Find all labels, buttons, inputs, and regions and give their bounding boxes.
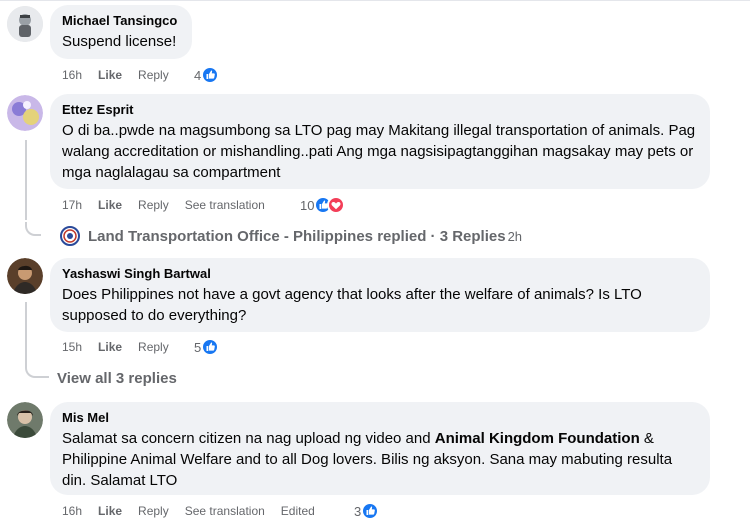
thread-curve (25, 222, 41, 236)
view-all-replies-link[interactable]: View all 3 replies (57, 370, 177, 387)
like-button[interactable]: Like (98, 504, 122, 518)
thread-line (25, 302, 27, 364)
reaction-number: 10 (300, 197, 315, 213)
comment-bubble: Mis Mel Salamat sa concern citizen na na… (50, 402, 710, 495)
see-translation-button[interactable]: See translation (185, 198, 265, 212)
comment-text: Salamat sa concern citizen na nag upload… (62, 428, 698, 491)
heart-icon (327, 196, 346, 214)
avatar[interactable] (7, 6, 43, 42)
replies-summary-time: 2h (507, 228, 523, 244)
comment-text: Suspend license! (62, 33, 177, 50)
comment-bubble: Michael Tansingco Suspend license! (50, 5, 192, 59)
reply-button[interactable]: Reply (138, 504, 169, 518)
avatar[interactable] (7, 95, 43, 131)
comment-time[interactable]: 16h (62, 68, 82, 82)
comment-bubble: Yashaswi Singh Bartwal Does Philippines … (50, 258, 710, 332)
reaction-number: 5 (194, 339, 202, 355)
reaction-count[interactable]: 5 (194, 336, 220, 358)
like-icon (201, 66, 220, 84)
comment-author[interactable]: Michael Tansingco (62, 13, 180, 29)
reaction-number: 4 (194, 67, 202, 83)
edited-label[interactable]: Edited (281, 504, 315, 518)
top-divider (0, 0, 750, 1)
comment-bubble: Ettez Esprit O di ba..pwde na magsumbong… (50, 94, 710, 189)
thread-curve (25, 364, 49, 378)
comment-text: Does Philippines not have a govt agency … (62, 286, 642, 324)
comment-text: O di ba..pwde na magsumbong sa LTO pag m… (62, 122, 696, 181)
comment-time[interactable]: 16h (62, 504, 82, 518)
see-translation-button[interactable]: See translation (185, 504, 265, 518)
comment-actions: 16h Like Reply (62, 66, 185, 84)
reaction-count[interactable]: 4 (194, 64, 220, 86)
reply-button[interactable]: Reply (138, 198, 169, 212)
thread-line (25, 140, 27, 220)
replies-summary[interactable]: Land Transportation Office - Philippines… (60, 226, 522, 246)
comment-author[interactable]: Ettez Esprit (62, 102, 698, 118)
reaction-count[interactable]: 3 (354, 500, 380, 522)
comment-time[interactable]: 17h (62, 198, 82, 212)
replies-summary-text: Land Transportation Office - Philippines… (88, 227, 506, 245)
comment-actions: 15h Like Reply (62, 338, 185, 356)
comment-text-part: Salamat sa concern citizen na nag upload… (62, 430, 435, 447)
comment-time[interactable]: 15h (62, 340, 82, 354)
reaction-number: 3 (354, 503, 362, 519)
like-button[interactable]: Like (98, 340, 122, 354)
avatar[interactable] (7, 258, 43, 294)
mention-link[interactable]: Animal Kingdom Foundation (435, 430, 640, 447)
like-button[interactable]: Like (98, 198, 122, 212)
reply-button[interactable]: Reply (138, 340, 169, 354)
comment-actions: 16h Like Reply See translation Edited (62, 502, 331, 520)
like-button[interactable]: Like (98, 68, 122, 82)
reply-button[interactable]: Reply (138, 68, 169, 82)
comment-actions: 17h Like Reply See translation (62, 196, 281, 214)
like-icon (361, 502, 380, 520)
like-icon (201, 338, 220, 356)
comment-author[interactable]: Yashaswi Singh Bartwal (62, 266, 698, 282)
reaction-count[interactable]: 10 (300, 194, 346, 216)
page-avatar (60, 226, 80, 246)
comment-author[interactable]: Mis Mel (62, 410, 698, 426)
avatar[interactable] (7, 402, 43, 438)
